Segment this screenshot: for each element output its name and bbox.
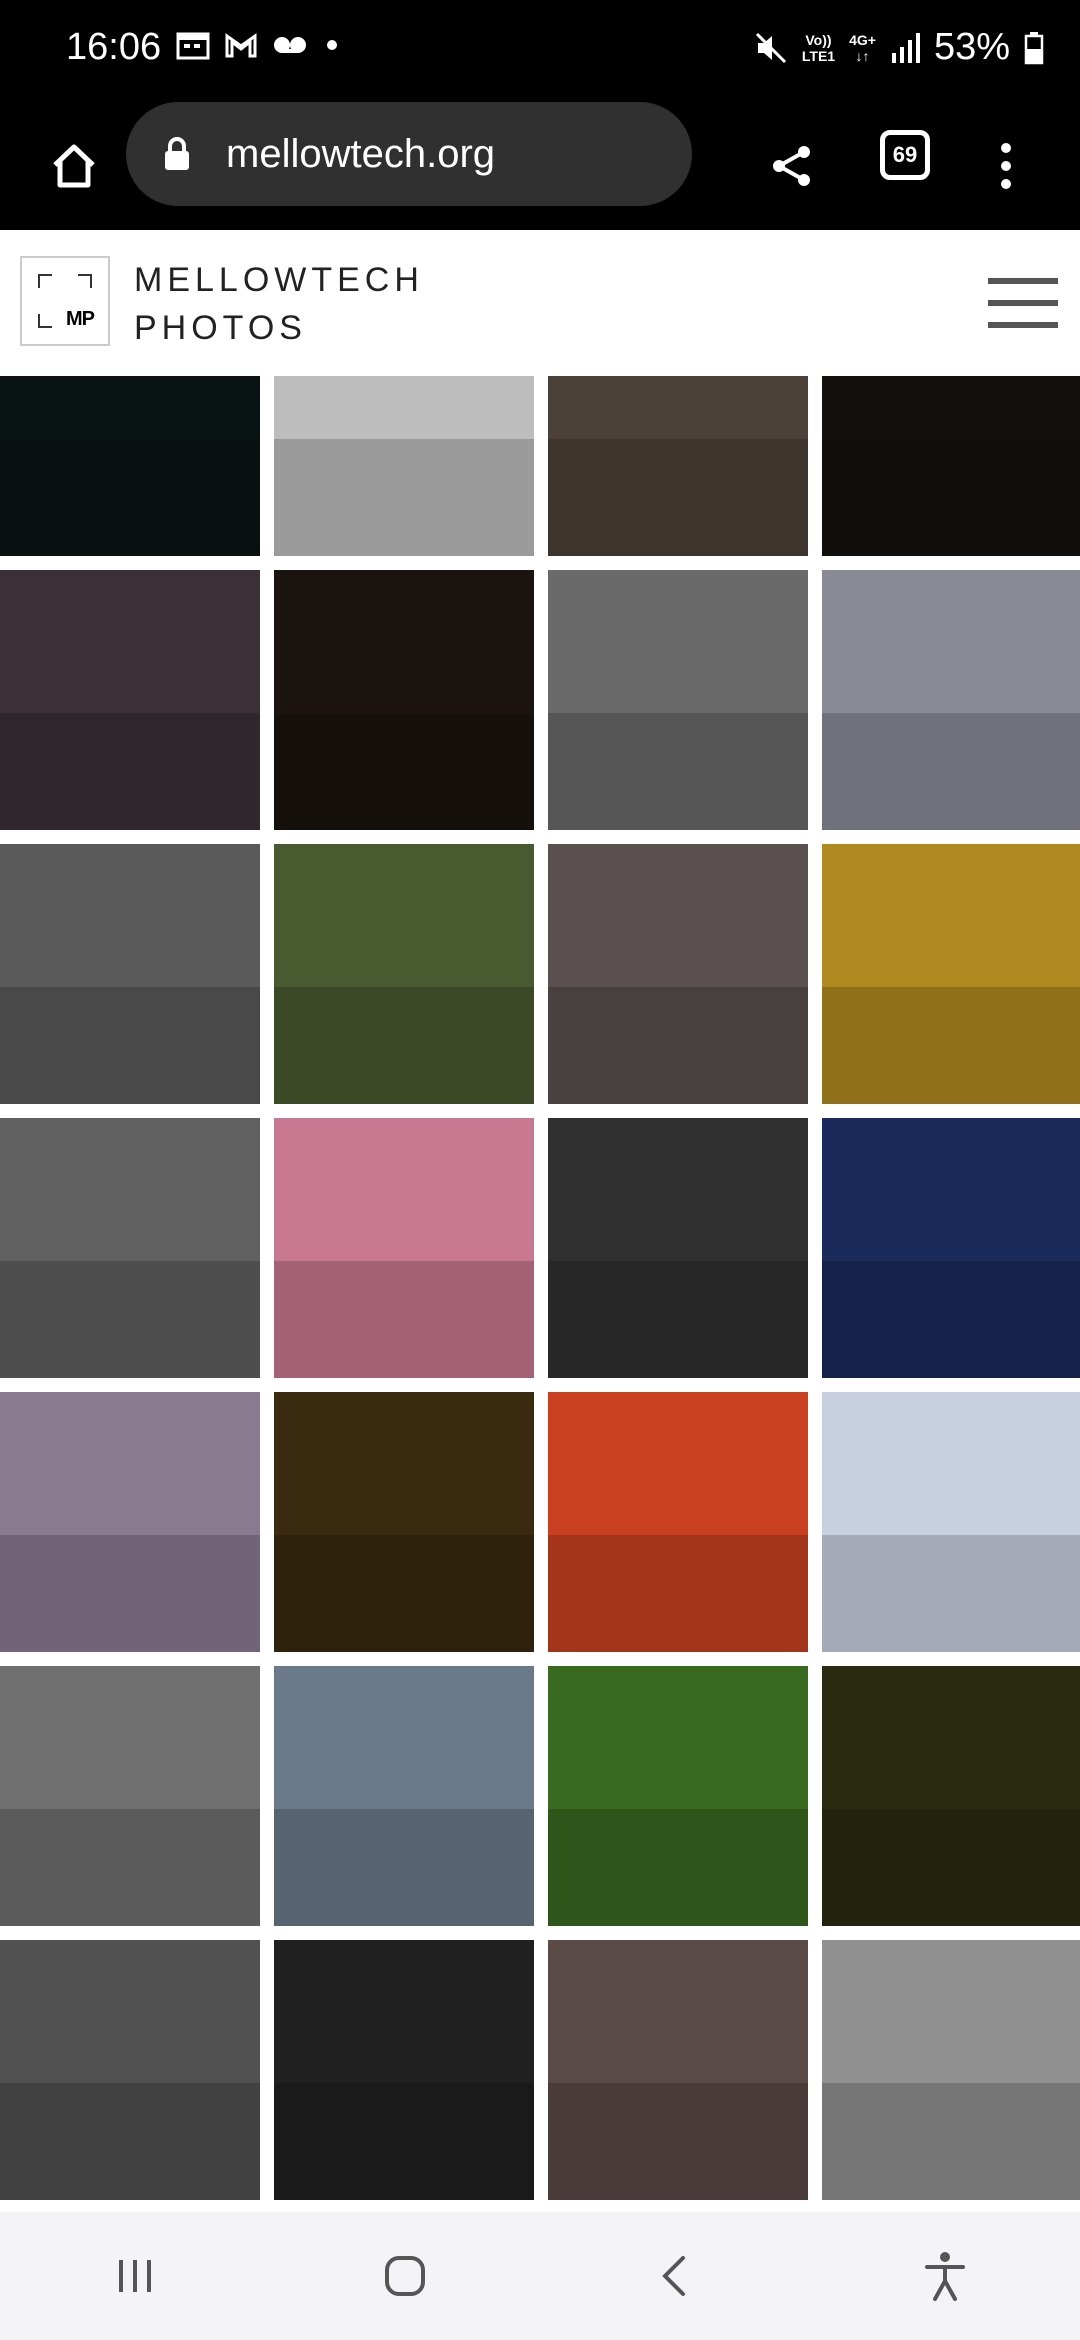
gallery-grid: [0, 376, 1080, 2200]
battery-percent: 53%: [933, 26, 1010, 68]
home-icon: [53, 144, 95, 188]
photo-baby-pacifier[interactable]: [274, 570, 534, 830]
status-time: 16:06: [66, 26, 162, 68]
signal-icon: [891, 32, 920, 63]
photo-night-sky-city[interactable]: [822, 1118, 1080, 1378]
photo-dusk-lake-reflection[interactable]: [548, 844, 808, 1104]
photo-bw-island-lake[interactable]: [0, 1666, 260, 1926]
photo-snowy-pier[interactable]: [274, 376, 534, 556]
status-bar: 16:06 Vo)) LTE1 4G+ ↓↑ 53%: [0, 0, 1080, 100]
accessibility-button[interactable]: [885, 2226, 1005, 2326]
mute-icon: [755, 32, 786, 63]
accessibility-icon: [925, 2252, 965, 2301]
url-bar[interactable]: mellowtech.org: [126, 102, 692, 206]
photo-man-ny-cap[interactable]: [274, 1666, 534, 1926]
share-icon: [773, 146, 810, 186]
calendar-icon: [176, 32, 210, 60]
photo-bw-lake-trees[interactable]: [548, 570, 808, 830]
system-nav-bar: [0, 2212, 1080, 2340]
home-button[interactable]: [36, 128, 112, 204]
recents-icon: [119, 2260, 151, 2292]
photo-bw-two-men[interactable]: [548, 1118, 808, 1378]
browser-toolbar: mellowtech.org 69: [0, 100, 1080, 230]
lock-icon: [164, 137, 204, 171]
site-brand[interactable]: MELLOWTECH PHOTOS: [134, 256, 424, 352]
logo-text: MP: [66, 308, 95, 330]
brand-line2: PHOTOS: [134, 309, 307, 347]
photo-foggy-lake[interactable]: [822, 570, 1080, 830]
back-icon: [662, 2256, 685, 2296]
notification-icons: [176, 30, 340, 60]
lte-label: LTE1: [801, 47, 836, 64]
photo-bw-father-child[interactable]: [0, 1940, 260, 2200]
volte-indicator: Vo)) LTE1: [802, 32, 835, 64]
url-text: mellowtech.org: [226, 131, 496, 176]
photo-pink-building[interactable]: [274, 1118, 534, 1378]
gmail-icon: [225, 33, 257, 58]
photo-bw-snowy-shore[interactable]: [0, 844, 260, 1104]
photo-sunset-over-snow[interactable]: [548, 376, 808, 556]
home-nav-button[interactable]: [345, 2226, 465, 2326]
share-button[interactable]: [752, 126, 832, 206]
photo-bridge-blue-sky[interactable]: [548, 1940, 808, 2200]
home-circle-icon: [385, 2256, 425, 2296]
dot-icon: [327, 40, 337, 50]
brand-line1: MELLOWTECH: [134, 261, 424, 299]
volte-label: Vo)): [805, 31, 832, 48]
photo-bw-highway[interactable]: [0, 1118, 260, 1378]
recents-button[interactable]: [75, 2226, 195, 2326]
site-header: MP MELLOWTECH PHOTOS: [0, 230, 1080, 378]
photo-autumn-leaves[interactable]: [822, 844, 1080, 1104]
photo-red-bridge-walker[interactable]: [548, 1392, 808, 1652]
hamburger-icon[interactable]: [988, 278, 1058, 328]
more-vert-icon[interactable]: [986, 126, 1026, 206]
photo-forest-floor[interactable]: [274, 844, 534, 1104]
status-right: Vo)) LTE1 4G+ ↓↑ 53%: [754, 26, 1044, 69]
photo-child-blue-hat[interactable]: [0, 570, 260, 830]
photo-wild-strawberries[interactable]: [548, 1666, 808, 1926]
photo-golden-lake-sunset[interactable]: [274, 1392, 534, 1652]
back-button[interactable]: [615, 2226, 735, 2326]
battery-icon: [1024, 31, 1044, 64]
photo-night-bridge-house[interactable]: [822, 376, 1080, 556]
photo-bw-bald-man[interactable]: [274, 1940, 534, 2200]
data-arrows-icon: ↓↑: [855, 47, 870, 64]
photo-dark-forest[interactable]: [822, 1666, 1080, 1926]
network-indicator: 4G+ ↓↑: [849, 32, 876, 64]
site-logo[interactable]: MP: [20, 256, 110, 346]
photo-snowy-red-house[interactable]: [822, 1392, 1080, 1652]
photo-bw-woman-child[interactable]: [822, 1940, 1080, 2200]
tab-switcher-button[interactable]: 69: [880, 130, 930, 180]
photo-pink-sunset-city[interactable]: [0, 1392, 260, 1652]
voicemail-icon: [274, 37, 306, 53]
photo-gallery: [0, 376, 1080, 2212]
photo-station-clock[interactable]: [0, 376, 260, 556]
network-label: 4G+: [849, 31, 876, 48]
